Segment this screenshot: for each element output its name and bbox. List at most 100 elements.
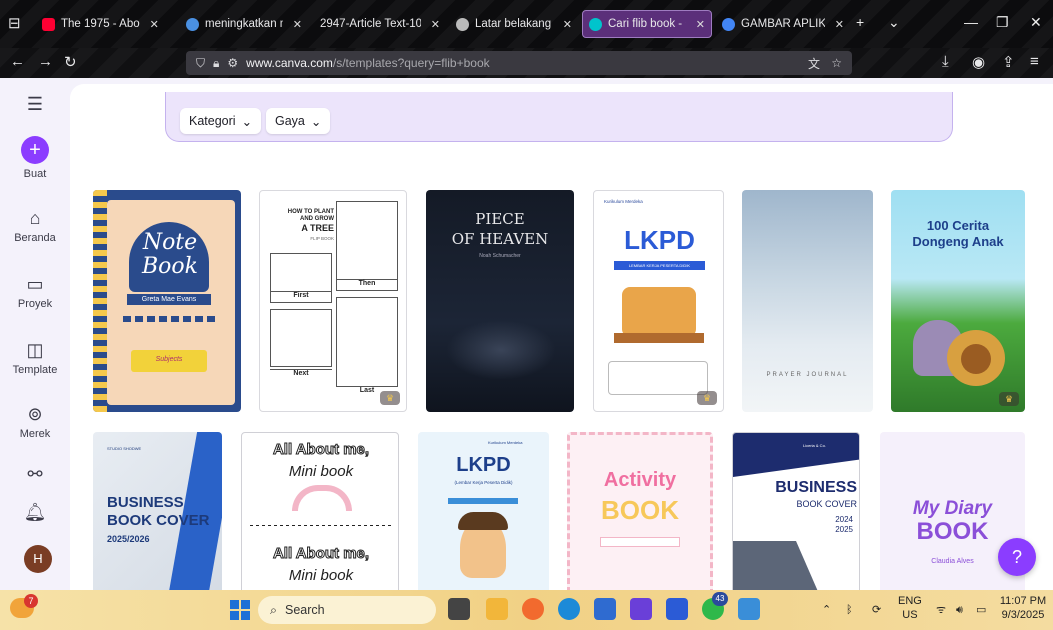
template-card-business-cover-2[interactable]: Liceria & Co. BUSINESS BOOK COVER 2024 2…	[732, 432, 860, 590]
card-title: OF HEAVEN	[451, 230, 549, 248]
card-title: BUSINESS	[775, 479, 857, 496]
bluetooth-icon[interactable]: ᛒ	[846, 603, 853, 617]
extensions-icon[interactable]: ⇪	[1002, 53, 1015, 71]
store-icon[interactable]	[594, 598, 616, 620]
clock[interactable]: 11:07 PM 9/3/2025	[998, 594, 1048, 622]
card-brand: Kurikulum Merdeka	[604, 199, 643, 204]
sidebar-item-brand[interactable]: ⊚ Merek	[0, 404, 70, 440]
card-title: BUSINESS	[107, 494, 184, 511]
card-brand: Kurikulum Merdeka	[488, 440, 523, 445]
sidebar-item-projects[interactable]: ▭ Proyek	[0, 274, 70, 310]
youtube-icon	[42, 17, 55, 31]
chevron-down-icon: ⌄	[241, 114, 253, 129]
template-card-dongeng-anak[interactable]: 100 Cerita Dongeng Anak ♛	[891, 190, 1025, 412]
tab-overview-icon[interactable]: ⊟	[8, 14, 21, 32]
card-subtitle: Greta Mae Evans	[127, 294, 211, 305]
forward-icon[interactable]: →	[38, 53, 53, 70]
close-window-icon[interactable]: ✕	[1030, 14, 1042, 31]
new-tab-icon[interactable]: +	[856, 14, 864, 30]
hamburger-icon[interactable]: ☰	[0, 94, 70, 114]
address-bar[interactable]: ⛉ 🔒︎ ⚙︎ www.canva.com/s/templates?query=…	[186, 51, 852, 75]
task-view-icon[interactable]	[448, 598, 470, 620]
close-tab-icon[interactable]: ✕	[835, 18, 844, 31]
browser-tab-2[interactable]: meningkatkan mina ✕	[180, 10, 308, 38]
card-title: All About me,	[272, 441, 370, 459]
bookmark-star-icon[interactable]: ☆	[831, 56, 842, 70]
style-filter-button[interactable]: Gaya ⌄	[266, 108, 331, 134]
home-icon: ⌂	[29, 208, 41, 228]
sidebar-item-home[interactable]: ⌂ Beranda	[0, 208, 70, 244]
file-explorer-icon[interactable]	[486, 598, 508, 620]
card-title: BOOK	[916, 518, 989, 545]
photos-icon[interactable]	[738, 598, 760, 620]
hamburger-menu[interactable]: ☰	[0, 94, 70, 118]
date-label: 9/3/2025	[1001, 609, 1045, 621]
folder-icon: ▭	[26, 274, 44, 294]
category-filter-button[interactable]: Kategori ⌄	[180, 108, 262, 134]
sync-icon[interactable]: ⟳	[872, 603, 881, 617]
card-title: A TREE	[301, 223, 334, 233]
restore-icon[interactable]: ❐	[996, 14, 1009, 31]
template-card-all-about-me[interactable]: All About me, Mini book All About me, Mi…	[241, 432, 399, 590]
word-icon[interactable]	[666, 598, 688, 620]
sidebar-apps[interactable]: ⚯	[0, 464, 70, 488]
close-tab-icon[interactable]: ✕	[293, 18, 302, 31]
download-icon[interactable]: ⤓	[942, 53, 949, 70]
chevron-up-icon[interactable]: ⌃	[822, 603, 831, 617]
bell-icon[interactable]: 🔔︎	[0, 502, 70, 522]
create-button[interactable]: + Buat	[0, 136, 70, 180]
template-card-prayer-journal[interactable]: PRAYER JOURNAL	[742, 190, 873, 412]
close-tab-icon[interactable]: ✕	[150, 18, 159, 31]
template-card-lkpd-2[interactable]: Kurikulum Merdeka LKPD (Lembar Kerja Pes…	[418, 432, 549, 590]
canva-sidebar: ☰ + Buat ⌂ Beranda ▭ Proyek ◫ Template ⊚…	[0, 78, 70, 590]
help-button[interactable]: ?	[998, 538, 1036, 576]
browser-tab-6[interactable]: GAMBAR APLIKsi ca ✕	[716, 10, 850, 38]
browser-tab-active[interactable]: Cari flib book - Can ✕	[582, 10, 712, 38]
app-icon[interactable]	[630, 598, 652, 620]
premium-crown-icon: ♛	[999, 392, 1019, 406]
sidebar-item-label: Template	[12, 364, 58, 376]
taskbar: 7 ⌕ Search 43 ⌃ ᛒ ⟳ ENG US ᯤ 🔊︎ ▭ 11:07 …	[0, 590, 1053, 630]
browser-tab-4[interactable]: Latar belakang prop ✕	[450, 10, 578, 38]
main-area: Kategori ⌄ Gaya ⌄ Note Book Greta Mae Ev…	[70, 78, 1053, 590]
taskbar-search[interactable]: ⌕ Search	[258, 596, 436, 624]
translate-icon[interactable]: 文	[808, 55, 820, 72]
close-tab-icon[interactable]: ✕	[696, 18, 705, 31]
wifi-icon[interactable]: ᯤ	[936, 603, 946, 617]
card-step: Then	[336, 279, 398, 287]
notification-count: 43	[712, 592, 728, 606]
sidebar-notifications[interactable]: 🔔︎	[0, 502, 70, 526]
browser-tab-1[interactable]: The 1975 - Abo ✕	[36, 10, 172, 38]
template-card-lkpd[interactable]: Kurikulum Merdeka LKPD LEMBAR KERJA PESE…	[593, 190, 724, 412]
card-title: Book	[142, 254, 198, 279]
avatar[interactable]: H	[24, 545, 52, 573]
back-icon[interactable]: ←	[10, 53, 25, 70]
account-icon[interactable]: ◉	[972, 53, 985, 71]
volume-icon[interactable]: 🔊︎	[956, 603, 963, 617]
apps-icon[interactable]: ⚯	[0, 464, 70, 484]
weather-badge: 7	[24, 594, 38, 608]
card-title: BOOK	[601, 495, 679, 525]
tab-title: 2947-Article Text-10611	[320, 18, 421, 30]
language-indicator[interactable]: ENG US	[898, 594, 922, 622]
template-card-activity-book[interactable]: Activity BOOK	[567, 432, 713, 590]
firefox-icon[interactable]	[522, 598, 544, 620]
battery-icon[interactable]: ▭	[976, 603, 986, 617]
minimize-icon[interactable]: —	[964, 14, 978, 30]
language-label: ENG	[898, 595, 922, 607]
template-card-plant-tree[interactable]: HOW TO PLANT AND GROW A TREE FLIP BOOK F…	[259, 190, 407, 412]
reload-icon[interactable]: ↻	[64, 53, 77, 71]
plus-icon[interactable]: +	[21, 136, 49, 164]
lock-icon: 🔒︎	[213, 55, 220, 70]
tab-list-icon[interactable]: ⌄	[888, 14, 900, 31]
template-card-note-book[interactable]: Note Book Greta Mae Evans Subjects	[93, 190, 241, 412]
sidebar-item-templates[interactable]: ◫ Template	[0, 340, 70, 376]
windows-start-icon[interactable]	[230, 600, 250, 620]
close-tab-icon[interactable]: ✕	[431, 18, 440, 31]
template-card-business-cover[interactable]: STUDIO SHODWE BUSINESS BOOK COVER 2025/2…	[93, 432, 222, 590]
edge-icon[interactable]	[558, 598, 580, 620]
template-card-piece-of-heaven[interactable]: PIECE OF HEAVEN Noah Schumacher	[426, 190, 574, 412]
menu-icon[interactable]: ≡	[1030, 53, 1039, 70]
close-tab-icon[interactable]: ✕	[563, 18, 572, 31]
browser-tab-3[interactable]: 2947-Article Text-10611 ✕	[314, 10, 446, 38]
